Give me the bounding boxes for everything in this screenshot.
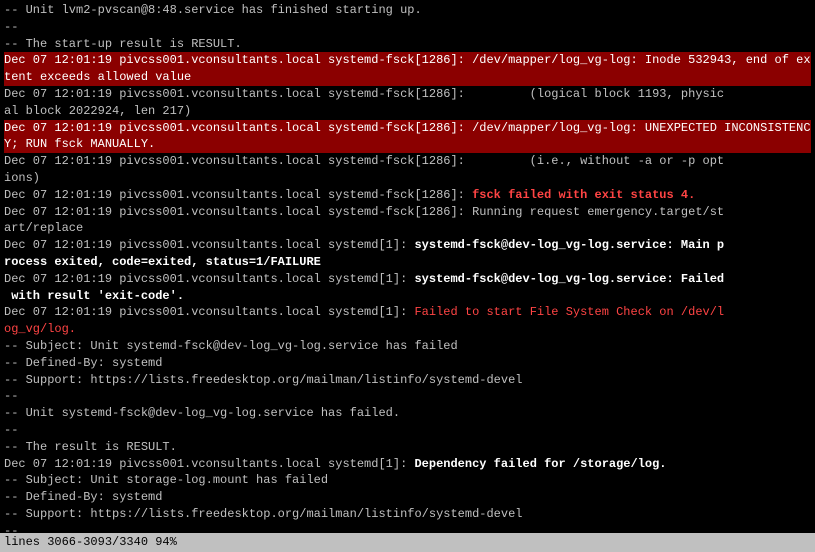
line-6: Dec 07 12:01:19 pivcss001.vconsultants.l…: [4, 120, 811, 154]
line-7: Dec 07 12:01:19 pivcss001.vconsultants.l…: [4, 153, 811, 187]
line-11: Dec 07 12:01:19 pivcss001.vconsultants.l…: [4, 271, 811, 305]
line-2: --: [4, 19, 811, 36]
line-23: -- Support: https://lists.freedesktop.or…: [4, 506, 811, 523]
line-12: Dec 07 12:01:19 pivcss001.vconsultants.l…: [4, 304, 811, 338]
line-16: --: [4, 388, 811, 405]
line-13: -- Subject: Unit systemd-fsck@dev-log_vg…: [4, 338, 811, 355]
line-17: -- Unit systemd-fsck@dev-log_vg-log.serv…: [4, 405, 811, 422]
line-1: -- Unit lvm2-pvscan@8:48.service has fin…: [4, 2, 811, 19]
line-21: -- Subject: Unit storage-log.mount has f…: [4, 472, 811, 489]
line-9: Dec 07 12:01:19 pivcss001.vconsultants.l…: [4, 204, 811, 238]
line-4: Dec 07 12:01:19 pivcss001.vconsultants.l…: [4, 52, 811, 86]
line-19: -- The result is RESULT.: [4, 439, 811, 456]
status-bar: lines 3066-3093/3340 94%: [0, 533, 815, 552]
line-22: -- Defined-By: systemd: [4, 489, 811, 506]
line-18: --: [4, 422, 811, 439]
line-8: Dec 07 12:01:19 pivcss001.vconsultants.l…: [4, 187, 811, 204]
line-3: -- The start-up result is RESULT.: [4, 36, 811, 53]
terminal: -- Unit lvm2-pvscan@8:48.service has fin…: [0, 0, 815, 552]
status-text: lines 3066-3093/3340 94%: [4, 535, 177, 549]
line-20: Dec 07 12:01:19 pivcss001.vconsultants.l…: [4, 456, 811, 473]
dependency-fail-text: Dependency failed for /storage/log.: [414, 457, 666, 471]
terminal-content: -- Unit lvm2-pvscan@8:48.service has fin…: [4, 2, 811, 552]
line-5: Dec 07 12:01:19 pivcss001.vconsultants.l…: [4, 86, 811, 120]
fsck-fail-text: fsck failed with exit status 4.: [472, 188, 695, 202]
line-14: -- Defined-By: systemd: [4, 355, 811, 372]
line-15: -- Support: https://lists.freedesktop.or…: [4, 372, 811, 389]
line-10: Dec 07 12:01:19 pivcss001.vconsultants.l…: [4, 237, 811, 271]
